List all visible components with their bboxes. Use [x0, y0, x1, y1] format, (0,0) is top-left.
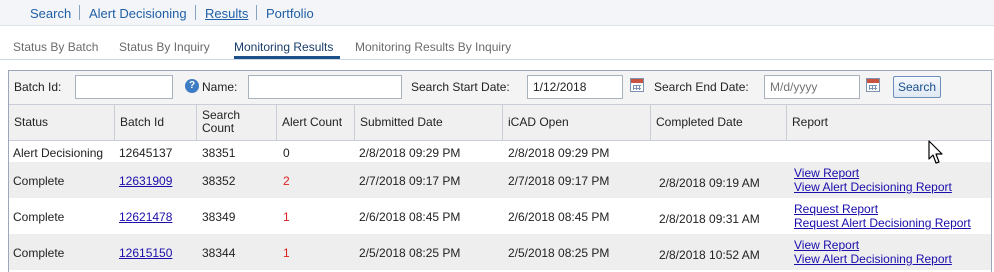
table-row: Complete 12615150 38344 1 2/5/2018 08:25…: [9, 234, 991, 270]
tab-monitoring-results-by-inquiry[interactable]: Monitoring Results By Inquiry: [355, 40, 511, 54]
batch-id-link[interactable]: 12615150: [119, 246, 172, 260]
table-row: Complete 12631909 38352 2 2/7/2018 09:17…: [9, 162, 991, 198]
submitted-date-cell: 2/5/2018 08:25 PM: [359, 246, 461, 260]
header-report[interactable]: Report: [787, 105, 991, 141]
end-date-label: Search End Date:: [654, 80, 749, 94]
icad-open-cell: 2/5/2018 08:25 PM: [508, 246, 610, 260]
tab-status-by-batch[interactable]: Status By Batch: [13, 40, 98, 54]
submitted-date-cell: 2/7/2018 09:17 PM: [359, 174, 461, 188]
start-date-input[interactable]: [527, 75, 623, 99]
nav-alert-decisioning[interactable]: Alert Decisioning: [89, 6, 187, 21]
column-divider: [196, 105, 197, 141]
column-divider: [786, 105, 787, 141]
sub-tabs: Status By Batch Status By Inquiry Monito…: [0, 34, 994, 62]
status-cell: Complete: [13, 210, 65, 224]
column-divider: [650, 105, 651, 141]
column-divider: [354, 105, 355, 141]
name-label: Name:: [202, 80, 238, 94]
header-icad-open[interactable]: iCAD Open: [503, 105, 651, 141]
icad-open-cell: 2/6/2018 08:45 PM: [508, 210, 610, 224]
submitted-date-cell: 2/6/2018 08:45 PM: [359, 210, 461, 224]
nav-search[interactable]: Search: [30, 6, 71, 21]
filter-bar: Batch Id: ? Name: Search Start Date: Sea…: [9, 71, 991, 105]
status-cell: Complete: [13, 246, 65, 260]
header-alert-count[interactable]: Alert Count: [277, 105, 355, 141]
completed-date-cell: 2/8/2018 09:19 AM: [659, 176, 760, 190]
calendar-icon[interactable]: [630, 78, 644, 92]
nav-portfolio[interactable]: Portfolio: [266, 6, 314, 21]
alert-count-cell: 0: [283, 146, 290, 160]
search-count-cell: 38352: [202, 174, 236, 188]
header-search-count-line2: Count: [202, 121, 235, 135]
batch-id-label: Batch Id:: [14, 80, 62, 94]
batch-id-input[interactable]: [75, 75, 173, 99]
alert-count-cell: 2: [283, 174, 290, 188]
header-completed-date[interactable]: Completed Date: [651, 105, 787, 141]
batch-id-link[interactable]: 12621478: [119, 210, 172, 224]
view-alert-decisioning-report-link[interactable]: View Alert Decisioning Report: [794, 180, 952, 194]
status-cell: Complete: [13, 174, 65, 188]
submitted-date-cell: 2/8/2018 09:29 PM: [359, 146, 461, 160]
nav-results[interactable]: Results: [205, 6, 248, 21]
icad-open-cell: 2/7/2018 09:17 PM: [508, 174, 610, 188]
results-panel: Batch Id: ? Name: Search Start Date: Sea…: [8, 70, 992, 272]
view-alert-decisioning-report-link[interactable]: View Alert Decisioning Report: [794, 252, 952, 266]
mouse-cursor-icon: [928, 140, 943, 164]
column-divider: [276, 105, 277, 141]
nav-divider: [195, 5, 196, 20]
tab-status-by-inquiry[interactable]: Status By Inquiry: [119, 40, 210, 54]
batch-id-link[interactable]: 12631909: [119, 174, 172, 188]
column-divider: [502, 105, 503, 141]
tabs-divider: [0, 59, 994, 60]
status-cell: Alert Decisioning: [13, 146, 104, 160]
table-row: Complete 12621478 38349 1 2/6/2018 08:45…: [9, 198, 991, 234]
completed-date-cell: 2/8/2018 10:52 AM: [659, 248, 760, 262]
alert-count-cell: 1: [283, 246, 290, 260]
top-nav: Search Alert Decisioning Results Portfol…: [0, 0, 994, 26]
request-alert-decisioning-report-link[interactable]: Request Alert Decisioning Report: [794, 216, 971, 230]
header-batch-id[interactable]: Batch Id: [115, 105, 197, 141]
help-icon[interactable]: ?: [185, 79, 199, 93]
alert-count-cell: 1: [283, 210, 290, 224]
end-date-input[interactable]: [764, 75, 860, 99]
search-count-cell: 38344: [202, 246, 236, 260]
search-button[interactable]: Search: [893, 76, 941, 98]
search-count-cell: 38349: [202, 210, 236, 224]
column-divider: [114, 105, 115, 141]
header-submitted-date[interactable]: Submitted Date: [355, 105, 503, 141]
tab-monitoring-results[interactable]: Monitoring Results: [234, 40, 333, 54]
name-input[interactable]: [248, 75, 402, 99]
icad-open-cell: 2/8/2018 09:29 PM: [508, 146, 610, 160]
start-date-label: Search Start Date:: [411, 80, 510, 94]
table-row: Alert Decisioning 12645137 38351 0 2/8/2…: [9, 142, 991, 162]
header-status[interactable]: Status: [9, 105, 115, 141]
search-count-cell: 38351: [202, 146, 236, 160]
request-report-link[interactable]: Request Report: [794, 202, 878, 216]
nav-divider: [256, 5, 257, 20]
view-report-link[interactable]: View Report: [794, 238, 859, 252]
view-report-link[interactable]: View Report: [794, 166, 859, 180]
header-search-count[interactable]: Search Count: [197, 105, 277, 141]
table-header: Status Batch Id Search Count Alert Count …: [9, 105, 991, 141]
calendar-icon[interactable]: [866, 78, 880, 92]
batch-id-cell: 12645137: [119, 146, 173, 160]
header-search-count-line1: Search: [202, 108, 241, 122]
nav-divider: [79, 5, 80, 20]
completed-date-cell: 2/8/2018 09:31 AM: [659, 212, 760, 226]
